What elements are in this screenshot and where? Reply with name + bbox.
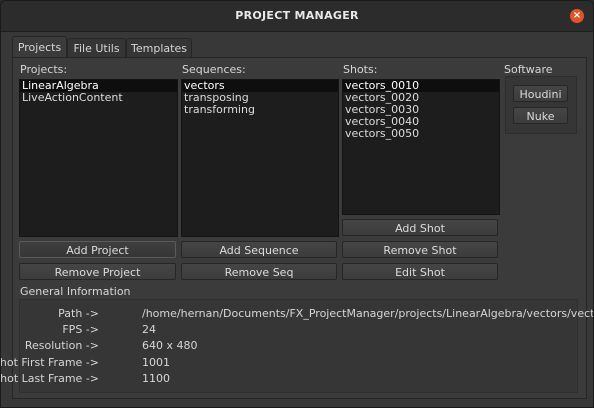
close-icon[interactable]: × [570, 9, 584, 23]
sequences-list[interactable]: vectors transposing transforming [181, 79, 339, 237]
window-title: PROJECT MANAGER [235, 9, 359, 22]
general-info-label: General Information [20, 285, 131, 298]
title-bar[interactable]: PROJECT MANAGER × [1, 1, 593, 32]
tab-file-utils[interactable]: File Utils [67, 38, 126, 58]
last-frame-label: Shot Last Frame -> [0, 372, 99, 385]
last-frame-value: 1100 [142, 372, 170, 385]
nuke-button[interactable]: Nuke [513, 107, 568, 124]
remove-project-button[interactable]: Remove Project [19, 263, 176, 280]
add-project-button[interactable]: Add Project [19, 241, 176, 258]
first-frame-value: 1001 [142, 356, 170, 369]
houdini-button[interactable]: Houdini [513, 85, 568, 102]
list-item[interactable]: vectors_0050 [343, 128, 499, 140]
first-frame-label: Shot First Frame -> [0, 356, 99, 369]
add-sequence-button[interactable]: Add Sequence [181, 241, 337, 258]
list-item[interactable]: LiveActionContent [20, 92, 177, 104]
shots-label: Shots: [343, 63, 378, 76]
list-item[interactable]: transforming [182, 104, 338, 116]
edit-shot-button[interactable]: Edit Shot [342, 263, 498, 280]
path-value: /home/hernan/Documents/FX_ProjectManager… [142, 307, 593, 320]
tab-templates[interactable]: Templates [126, 38, 192, 58]
shots-list[interactable]: vectors_0010 vectors_0020 vectors_0030 v… [342, 79, 500, 215]
sequences-label: Sequences: [182, 63, 246, 76]
tab-projects[interactable]: Projects [12, 36, 67, 59]
project-manager-window: PROJECT MANAGER × Projects File Utils Te… [0, 0, 594, 408]
remove-shot-button[interactable]: Remove Shot [342, 241, 498, 258]
remove-sequence-button[interactable]: Remove Seq [181, 263, 337, 280]
general-info-box: Path -> /home/hernan/Documents/FX_Projec… [1, 299, 593, 393]
add-shot-button[interactable]: Add Shot [342, 219, 498, 236]
resolution-value: 640 x 480 [142, 339, 198, 352]
path-label: Path -> [58, 307, 99, 320]
software-label: Software [504, 63, 553, 76]
fps-label: FPS -> [62, 323, 99, 336]
fps-value: 24 [142, 323, 156, 336]
projects-label: Projects: [20, 63, 68, 76]
resolution-label: Resolution -> [24, 339, 99, 352]
projects-list[interactable]: LinearAlgebra LiveActionContent [19, 79, 178, 237]
